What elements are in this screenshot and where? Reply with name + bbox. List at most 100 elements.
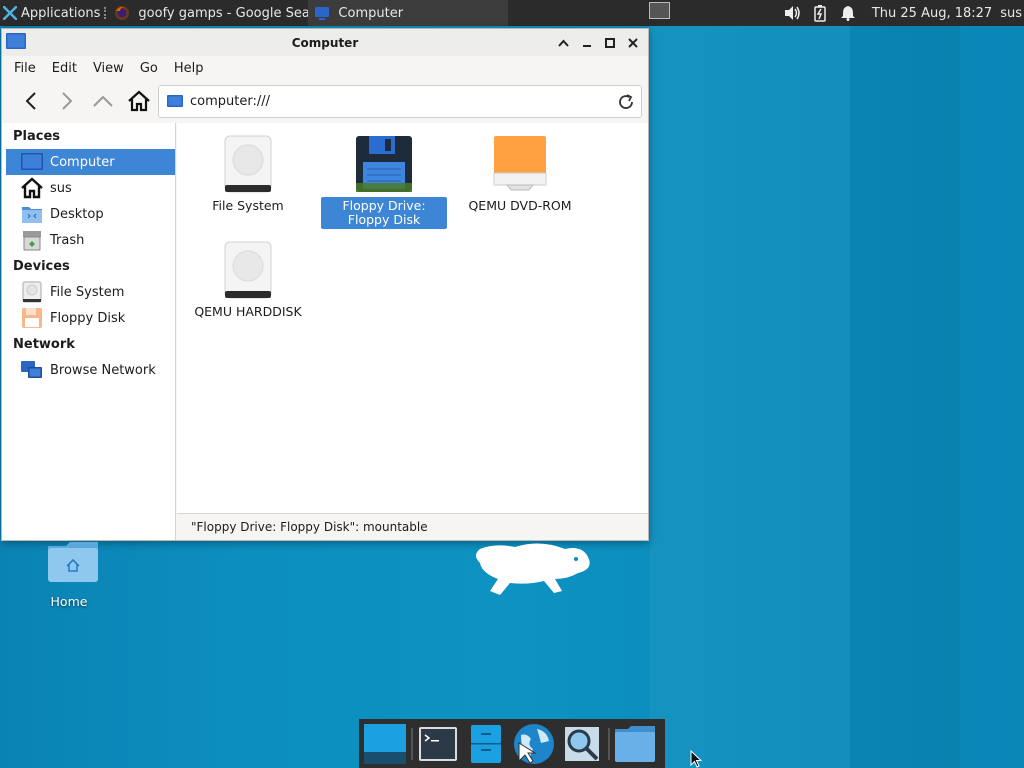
computer-icon xyxy=(167,94,183,107)
dock-home-folder[interactable] xyxy=(613,722,657,766)
desktop-stripe xyxy=(650,26,850,768)
sidebar-header-places: Places xyxy=(13,128,61,144)
applications-menu-button[interactable]: Applications xyxy=(0,0,108,26)
sidebar-item-label: Floppy Disk xyxy=(50,310,126,326)
sidebar-item-label: Trash xyxy=(50,232,85,248)
desktop-icon-label: Home xyxy=(50,594,88,609)
dock-web-browser[interactable] xyxy=(512,722,556,766)
harddisk-icon xyxy=(22,281,42,303)
taskbar-item-label: goofy gamps - Google Sea... xyxy=(138,5,309,21)
dock-app-finder[interactable] xyxy=(560,722,604,766)
applications-label: Applications xyxy=(21,5,101,21)
taskbar-item-computer[interactable]: Computer xyxy=(308,0,509,26)
top-panel: Applications goofy gamps - Google Sea...… xyxy=(0,0,1024,26)
file-item-label: QEMU HARDDISK xyxy=(194,304,302,319)
file-item-file-system[interactable]: File System xyxy=(193,135,303,215)
maximize-button[interactable] xyxy=(600,33,619,52)
dock xyxy=(359,719,665,768)
file-item-qemu-harddisk[interactable]: QEMU HARDDISK xyxy=(183,241,313,321)
sidebar-item-label: Computer xyxy=(50,154,115,170)
terminal-icon xyxy=(419,726,457,761)
panel-user[interactable]: sus xyxy=(1000,6,1022,21)
file-manager-window: Computer File Edit View Go Help computer… xyxy=(1,28,649,541)
forward-button[interactable] xyxy=(52,86,82,116)
dock-file-manager[interactable] xyxy=(464,722,508,766)
trash-icon xyxy=(23,231,41,251)
show-desktop-icon xyxy=(364,723,406,764)
window-titlebar[interactable]: Computer xyxy=(2,29,648,56)
sidebar-item-label: Browse Network xyxy=(50,362,156,378)
location-input[interactable]: computer:/// xyxy=(190,94,270,109)
dock-terminal[interactable] xyxy=(416,722,460,766)
file-view[interactable]: File System Floppy Drive: Floppy Disk QE… xyxy=(177,123,648,513)
notification-bell-icon[interactable] xyxy=(839,4,857,22)
back-button[interactable] xyxy=(16,86,46,116)
desktop-folder-icon xyxy=(22,207,42,223)
firefox-icon xyxy=(115,6,130,20)
sidebar-item-desktop[interactable]: Desktop xyxy=(2,201,175,227)
floppy-icon xyxy=(356,136,412,192)
panel-clock[interactable]: Thu 25 Aug, 18:27 xyxy=(872,6,992,21)
file-item-label: QEMU DVD-ROM xyxy=(468,198,572,213)
file-item-label: File System xyxy=(212,198,284,213)
dock-separator xyxy=(608,727,610,760)
sidebar-header-network: Network xyxy=(13,336,75,352)
network-icon xyxy=(21,361,42,378)
workspace-switcher[interactable] xyxy=(649,2,670,19)
sidebar-item-label: File System xyxy=(50,284,125,300)
harddisk-icon xyxy=(224,135,272,193)
reload-icon[interactable] xyxy=(617,93,635,111)
minimize-button[interactable] xyxy=(577,33,596,52)
sidebar-item-sus[interactable]: sus xyxy=(2,175,175,201)
location-bar[interactable]: computer:/// xyxy=(158,85,642,118)
taskbar-item-firefox[interactable]: goofy gamps - Google Sea... xyxy=(108,0,308,26)
file-item-qemu-dvd-rom[interactable]: QEMU DVD-ROM xyxy=(463,135,577,215)
sidebar-item-file-system[interactable]: File System xyxy=(2,279,175,305)
file-item-label: Floppy Drive: Floppy Disk xyxy=(321,197,447,229)
menubar: File Edit View Go Help xyxy=(2,56,648,80)
sidebar-item-floppy-disk[interactable]: Floppy Disk xyxy=(2,305,175,331)
home-folder-icon xyxy=(48,542,98,582)
shade-button[interactable] xyxy=(554,33,573,52)
sidebar-item-label: sus xyxy=(50,180,72,196)
toolbar: computer:/// xyxy=(2,80,648,122)
sidebar-item-trash[interactable]: Trash xyxy=(2,227,175,253)
desktop-stripe xyxy=(850,26,960,768)
menu-go[interactable]: Go xyxy=(132,61,166,76)
status-text: "Floppy Drive: Floppy Disk": mountable xyxy=(191,520,428,534)
dock-show-desktop[interactable] xyxy=(363,722,407,766)
file-item-floppy-drive[interactable]: Floppy Drive: Floppy Disk xyxy=(321,135,447,229)
battery-icon[interactable] xyxy=(811,4,829,22)
sidebar: Places Computer sus Desktop Trash Device… xyxy=(2,123,176,540)
home-button[interactable] xyxy=(124,86,154,116)
menu-file[interactable]: File xyxy=(6,61,44,76)
xfce-logo-icon xyxy=(3,6,17,20)
close-button[interactable] xyxy=(623,33,642,52)
sidebar-header-devices: Devices xyxy=(13,258,70,274)
computer-icon xyxy=(21,153,43,170)
desktop-icon-home[interactable]: Home xyxy=(40,540,98,609)
menu-edit[interactable]: Edit xyxy=(44,61,85,76)
volume-icon[interactable] xyxy=(783,4,801,22)
optical-drive-icon xyxy=(493,136,547,191)
menu-view[interactable]: View xyxy=(85,61,132,76)
computer-icon xyxy=(6,33,26,49)
up-button[interactable] xyxy=(88,86,118,116)
magnifier-icon xyxy=(565,726,599,761)
file-cabinet-icon xyxy=(471,724,501,763)
xfce-mouse-logo xyxy=(476,543,590,595)
menu-help[interactable]: Help xyxy=(166,61,212,76)
home-icon xyxy=(21,177,43,199)
web-browser-icon xyxy=(514,723,554,764)
sidebar-item-computer[interactable]: Computer xyxy=(6,149,175,175)
computer-icon xyxy=(315,7,330,20)
sidebar-item-label: Desktop xyxy=(50,206,104,222)
window-title: Computer xyxy=(291,35,359,50)
floppy-icon xyxy=(22,308,42,328)
folder-icon xyxy=(615,725,655,762)
sidebar-item-browse-network[interactable]: Browse Network xyxy=(2,357,175,383)
harddisk-icon xyxy=(224,241,272,299)
mouse-cursor-icon xyxy=(690,750,703,768)
dock-separator xyxy=(411,727,413,760)
taskbar-item-label: Computer xyxy=(338,5,404,21)
